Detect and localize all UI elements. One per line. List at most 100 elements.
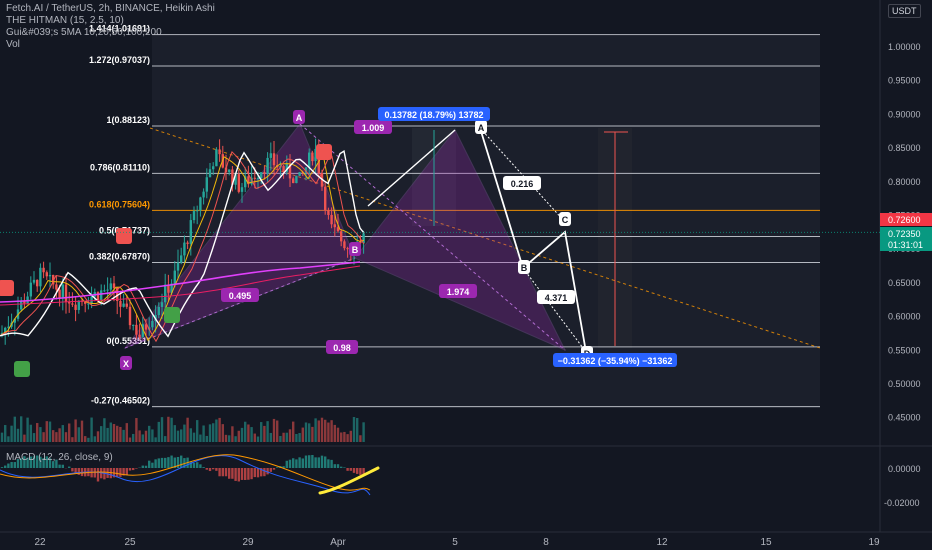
macd-bar bbox=[324, 456, 327, 468]
legend-indicator-hitman[interactable]: THE HITMAN (15, 2.5, 10) bbox=[6, 15, 215, 27]
callout-up: 0.13782 (18.79%) 13782 bbox=[384, 110, 483, 120]
candle-body bbox=[295, 175, 298, 184]
candle-body bbox=[125, 303, 128, 307]
candle-body bbox=[308, 152, 311, 168]
candle-body bbox=[176, 262, 180, 271]
sell-signal-icon bbox=[0, 280, 14, 296]
volume-bar bbox=[52, 430, 55, 442]
volume-bar bbox=[327, 422, 330, 442]
volume-bar bbox=[282, 432, 285, 442]
volume-bar bbox=[205, 435, 208, 442]
legend-macd[interactable]: MACD (12, 26, close, 9) bbox=[6, 452, 113, 463]
candle-body bbox=[196, 210, 199, 212]
time-tick: Apr bbox=[330, 537, 346, 548]
volume-bar bbox=[330, 420, 333, 442]
volume-bar bbox=[32, 433, 36, 442]
label-proj-c: C bbox=[562, 215, 569, 225]
fib-label: -0.27(0.46502) bbox=[91, 396, 150, 406]
macd-bar bbox=[218, 468, 221, 477]
macd-bar bbox=[148, 460, 151, 468]
candle-body bbox=[228, 169, 231, 173]
fib-label: 0.786(0.81110) bbox=[90, 162, 150, 172]
volume-bar bbox=[119, 426, 122, 442]
volume-bar bbox=[359, 435, 362, 442]
macd-bar bbox=[61, 464, 64, 468]
volume-bar bbox=[132, 433, 135, 442]
volume-bar bbox=[0, 432, 4, 442]
macd-bar bbox=[231, 468, 234, 479]
price-tick: 0.90000 bbox=[888, 109, 921, 119]
macd-bar bbox=[311, 454, 314, 468]
candle-body bbox=[135, 324, 138, 335]
macd-bar bbox=[336, 464, 340, 468]
legend-symbol[interactable]: Fetch.AI / TetherUS, 2h, BINANCE, Heikin… bbox=[6, 3, 215, 15]
macd-bar bbox=[295, 459, 298, 468]
label-proj-a: A bbox=[478, 123, 485, 133]
chart-legend: Fetch.AI / TetherUS, 2h, BINANCE, Heikin… bbox=[6, 3, 215, 51]
volume-bar bbox=[224, 434, 228, 442]
legend-indicator-ma[interactable]: Gui&#039;s 5MA 10,20,50,100,200 bbox=[6, 27, 215, 39]
price-chart[interactable]: 1.414(1.01691)1.272(0.97037)1(0.88123)0.… bbox=[0, 0, 932, 550]
candle-body bbox=[20, 300, 23, 310]
candle-body bbox=[128, 306, 132, 326]
candle-body bbox=[212, 166, 215, 170]
volume-bar bbox=[269, 432, 272, 442]
volume-bar bbox=[292, 421, 295, 442]
macd-bar bbox=[96, 468, 100, 482]
candle-body bbox=[151, 320, 154, 328]
macd-bar bbox=[167, 457, 170, 468]
macd-bar bbox=[4, 465, 7, 468]
macd-bar bbox=[272, 468, 276, 470]
volume-bar bbox=[311, 426, 314, 442]
time-tick: 12 bbox=[656, 537, 668, 548]
label-a: A bbox=[296, 113, 303, 123]
volume-bar bbox=[135, 418, 138, 442]
volume-bar bbox=[36, 423, 39, 442]
volume-bar bbox=[109, 422, 112, 442]
price-tick: 1.00000 bbox=[888, 42, 921, 52]
volume-bar bbox=[340, 432, 343, 442]
macd-bar bbox=[253, 468, 256, 478]
macd-bar bbox=[346, 468, 349, 471]
label-x: X bbox=[123, 359, 129, 369]
macd-bar bbox=[71, 468, 74, 472]
macd-bar bbox=[340, 466, 343, 468]
volume-bar bbox=[218, 417, 221, 442]
volume-bar bbox=[112, 424, 116, 442]
macd-bar bbox=[314, 457, 317, 468]
candle-body bbox=[311, 152, 314, 162]
volume-bar bbox=[48, 421, 52, 442]
label-ratio-xd: 0.98 bbox=[333, 343, 351, 353]
macd-tick: -0.02000 bbox=[884, 498, 920, 508]
volume-bar bbox=[356, 417, 359, 442]
volume-bar bbox=[106, 427, 109, 442]
macd-bar bbox=[327, 459, 330, 468]
volume-bar bbox=[100, 426, 103, 442]
legend-indicator-volume[interactable]: Vol bbox=[6, 39, 215, 51]
macd-bar bbox=[317, 457, 320, 468]
macd-bar bbox=[151, 462, 154, 468]
label-b: B bbox=[352, 245, 359, 255]
volume-bar bbox=[39, 427, 42, 442]
volume-bar bbox=[208, 424, 212, 442]
fib-label: 0.618(0.75604) bbox=[89, 199, 150, 209]
candle-body bbox=[90, 296, 93, 304]
candle-body bbox=[263, 172, 266, 174]
volume-bar bbox=[324, 419, 327, 442]
buy-signal-icon bbox=[164, 307, 180, 323]
volume-bar bbox=[7, 436, 10, 442]
candle-body bbox=[39, 267, 42, 287]
candle-body bbox=[298, 172, 301, 176]
volume-bar bbox=[240, 427, 244, 442]
volume-bar bbox=[276, 420, 279, 442]
callout-down: −0.31362 (−35.94%) −31362 bbox=[558, 356, 673, 366]
last-price-teal: 0.72350 bbox=[888, 229, 921, 239]
candle-body bbox=[48, 274, 52, 277]
candle-body bbox=[215, 149, 218, 167]
label-ratio-ac: 1.009 bbox=[362, 123, 385, 133]
currency-button[interactable]: USDT bbox=[888, 4, 921, 18]
volume-bar bbox=[279, 435, 282, 442]
macd-bar bbox=[224, 468, 228, 477]
volume-bar bbox=[189, 428, 192, 442]
volume-bar bbox=[4, 425, 7, 442]
